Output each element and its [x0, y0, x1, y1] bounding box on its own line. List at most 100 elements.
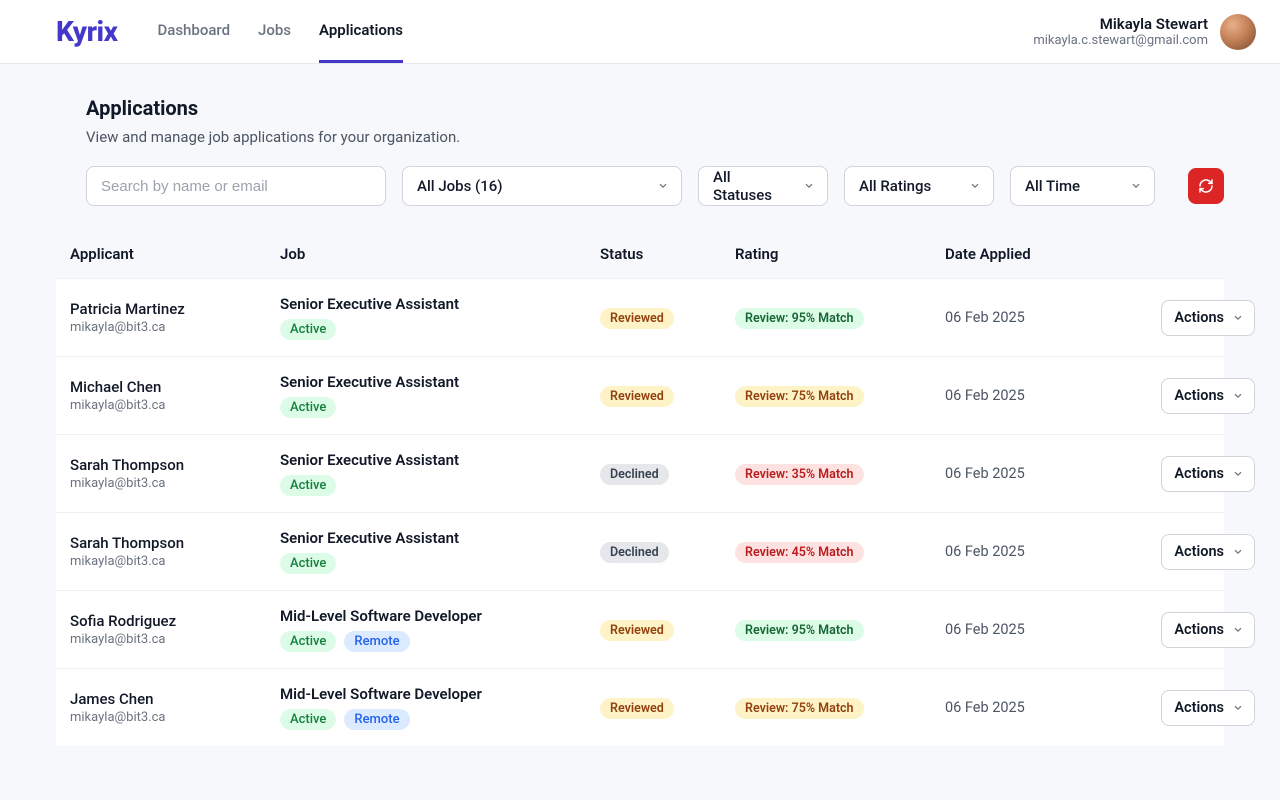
- col-applicant: Applicant: [70, 245, 280, 263]
- col-date: Date Applied: [945, 245, 1155, 263]
- rating-badge: Review: 45% Match: [735, 542, 864, 563]
- rating-badge: Review: 95% Match: [735, 620, 864, 641]
- chevron-down-icon: [1232, 390, 1244, 402]
- chevron-down-icon: [1232, 312, 1244, 324]
- job-title: Senior Executive Assistant: [280, 373, 600, 391]
- date-applied: 06 Feb 2025: [945, 543, 1155, 560]
- job-tags: Active Remote: [280, 709, 600, 730]
- filter-time[interactable]: All Time: [1010, 166, 1155, 206]
- actions-label: Actions: [1174, 699, 1224, 716]
- job-tags: Active Remote: [280, 631, 600, 652]
- job-title: Mid-Level Software Developer: [280, 607, 600, 625]
- applicant-email: mikayla@bit3.ca: [70, 476, 280, 491]
- table-row: Sarah Thompsonmikayla@bit3.caSenior Exec…: [56, 512, 1224, 590]
- job-tag-active: Active: [280, 631, 336, 652]
- chevron-down-icon: [1232, 702, 1244, 714]
- job-title: Mid-Level Software Developer: [280, 685, 600, 703]
- applicant-email: mikayla@bit3.ca: [70, 320, 280, 335]
- filter-job-label: All Jobs (16): [417, 177, 503, 195]
- nav-item-jobs[interactable]: Jobs: [258, 0, 291, 63]
- page-subtitle: View and manage job applications for you…: [56, 128, 1224, 146]
- job-tag-active: Active: [280, 475, 336, 496]
- applicant-email: mikayla@bit3.ca: [70, 710, 280, 725]
- rating-badge: Review: 75% Match: [735, 386, 864, 407]
- job-tag-active: Active: [280, 397, 336, 418]
- actions-label: Actions: [1174, 543, 1224, 560]
- chevron-down-icon: [803, 180, 815, 192]
- job-tags: Active: [280, 475, 600, 496]
- rating-badge: Review: 35% Match: [735, 464, 864, 485]
- applicant-name: Michael Chen: [70, 378, 280, 396]
- filter-job[interactable]: All Jobs (16): [402, 166, 682, 206]
- actions-label: Actions: [1174, 465, 1224, 482]
- actions-label: Actions: [1174, 309, 1224, 326]
- user-menu[interactable]: Mikayla Stewart mikayla.c.stewart@gmail.…: [1033, 14, 1256, 50]
- filter-rating-label: All Ratings: [859, 177, 931, 195]
- nav-items: Dashboard Jobs Applications: [157, 0, 402, 63]
- applicant-name: Sofia Rodriguez: [70, 612, 280, 630]
- col-job: Job: [280, 245, 600, 263]
- chevron-down-icon: [969, 180, 981, 192]
- applicant-name: Patricia Martinez: [70, 300, 280, 318]
- filter-time-label: All Time: [1025, 177, 1080, 195]
- filter-status[interactable]: All Statuses: [698, 166, 828, 206]
- actions-button[interactable]: Actions: [1161, 534, 1255, 570]
- page-title: Applications: [56, 96, 1224, 120]
- actions-button[interactable]: Actions: [1161, 378, 1255, 414]
- job-title: Senior Executive Assistant: [280, 295, 600, 313]
- job-tags: Active: [280, 319, 600, 340]
- date-applied: 06 Feb 2025: [945, 387, 1155, 404]
- table-row: Sofia Rodriguez mikayla@bit3.caMid-Level …: [56, 590, 1224, 668]
- job-tag-active: Active: [280, 709, 336, 730]
- job-tag-active: Active: [280, 553, 336, 574]
- brand-logo: Kyrix: [56, 15, 117, 48]
- table-header: Applicant Job Status Rating Date Applied: [56, 230, 1224, 278]
- job-tag-remote: Remote: [344, 631, 409, 652]
- table-row: James Chenmikayla@bit3.caMid-Level Softw…: [56, 668, 1224, 746]
- applicant-name: Sarah Thompson: [70, 534, 280, 552]
- job-tags: Active: [280, 397, 600, 418]
- applicant-email: mikayla@bit3.ca: [70, 554, 280, 569]
- table-row: Michael Chen mikayla@bit3.caSenior Execut…: [56, 356, 1224, 434]
- status-badge: Reviewed: [600, 386, 674, 407]
- job-tags: Active: [280, 553, 600, 574]
- job-title: Senior Executive Assistant: [280, 451, 600, 469]
- filter-bar: All Jobs (16) All Statuses All Ratings A…: [56, 166, 1224, 206]
- date-applied: 06 Feb 2025: [945, 465, 1155, 482]
- nav-item-applications[interactable]: Applications: [319, 0, 403, 63]
- applicant-email: mikayla@bit3.ca: [70, 632, 280, 647]
- table-row: Patricia Martinez mikayla@bit3.caSenior E…: [56, 278, 1224, 356]
- user-name: Mikayla Stewart: [1033, 15, 1208, 33]
- filter-rating[interactable]: All Ratings: [844, 166, 994, 206]
- actions-button[interactable]: Actions: [1161, 690, 1255, 726]
- avatar[interactable]: [1220, 14, 1256, 50]
- date-applied: 06 Feb 2025: [945, 699, 1155, 716]
- nav-item-dashboard[interactable]: Dashboard: [157, 0, 230, 63]
- refresh-button[interactable]: [1188, 168, 1224, 204]
- status-badge: Declined: [600, 464, 669, 485]
- chevron-down-icon: [1232, 546, 1244, 558]
- chevron-down-icon: [657, 180, 669, 192]
- actions-button[interactable]: Actions: [1161, 612, 1255, 648]
- rating-badge: Review: 95% Match: [735, 308, 864, 329]
- chevron-down-icon: [1232, 468, 1244, 480]
- status-badge: Declined: [600, 542, 669, 563]
- date-applied: 06 Feb 2025: [945, 309, 1155, 326]
- actions-button[interactable]: Actions: [1161, 300, 1255, 336]
- job-tag-remote: Remote: [344, 709, 409, 730]
- status-badge: Reviewed: [600, 308, 674, 329]
- col-status: Status: [600, 245, 735, 263]
- applications-table: Applicant Job Status Rating Date Applied…: [56, 230, 1224, 746]
- search-input[interactable]: [86, 166, 386, 206]
- applicant-email: mikayla@bit3.ca: [70, 398, 280, 413]
- actions-button[interactable]: Actions: [1161, 456, 1255, 492]
- applicant-name: Sarah Thompson: [70, 456, 280, 474]
- actions-label: Actions: [1174, 621, 1224, 638]
- user-email: mikayla.c.stewart@gmail.com: [1033, 33, 1208, 48]
- table-row: Sarah Thompson mikayla@bit3.caSenior Exec…: [56, 434, 1224, 512]
- rating-badge: Review: 75% Match: [735, 698, 864, 719]
- chevron-down-icon: [1130, 180, 1142, 192]
- chevron-down-icon: [1232, 624, 1244, 636]
- top-nav: Kyrix Dashboard Jobs Applications Mikayla …: [0, 0, 1280, 64]
- actions-label: Actions: [1174, 387, 1224, 404]
